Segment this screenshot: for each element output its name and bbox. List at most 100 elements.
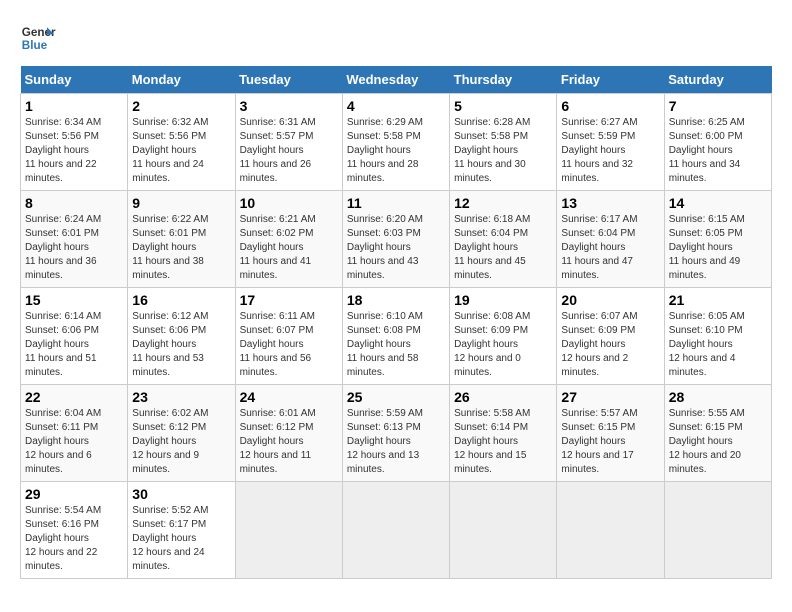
calendar-day-cell: 28 Sunrise: 5:55 AM Sunset: 6:15 PM Dayl… bbox=[664, 385, 771, 482]
calendar-day-cell: 14 Sunrise: 6:15 AM Sunset: 6:05 PM Dayl… bbox=[664, 191, 771, 288]
day-number: 12 bbox=[454, 195, 552, 211]
header-row: SundayMondayTuesdayWednesdayThursdayFrid… bbox=[21, 66, 772, 94]
svg-text:Blue: Blue bbox=[22, 39, 48, 52]
calendar-day-cell: 17 Sunrise: 6:11 AM Sunset: 6:07 PM Dayl… bbox=[235, 288, 342, 385]
day-info: Sunrise: 5:55 AM Sunset: 6:15 PM Dayligh… bbox=[669, 407, 767, 477]
calendar-day-cell: 20 Sunrise: 6:07 AM Sunset: 6:09 PM Dayl… bbox=[557, 288, 664, 385]
calendar-day-cell: 12 Sunrise: 6:18 AM Sunset: 6:04 PM Dayl… bbox=[450, 191, 557, 288]
day-number: 30 bbox=[132, 486, 230, 502]
calendar-day-cell: 24 Sunrise: 6:01 AM Sunset: 6:12 PM Dayl… bbox=[235, 385, 342, 482]
day-number: 19 bbox=[454, 292, 552, 308]
day-info: Sunrise: 6:08 AM Sunset: 6:09 PM Dayligh… bbox=[454, 310, 552, 380]
calendar-week-row: 8 Sunrise: 6:24 AM Sunset: 6:01 PM Dayli… bbox=[21, 191, 772, 288]
header-cell-friday: Friday bbox=[557, 66, 664, 94]
calendar-day-cell: 8 Sunrise: 6:24 AM Sunset: 6:01 PM Dayli… bbox=[21, 191, 128, 288]
day-info: Sunrise: 6:21 AM Sunset: 6:02 PM Dayligh… bbox=[240, 213, 338, 283]
day-number: 4 bbox=[347, 98, 445, 114]
header-cell-thursday: Thursday bbox=[450, 66, 557, 94]
day-info: Sunrise: 6:29 AM Sunset: 5:58 PM Dayligh… bbox=[347, 116, 445, 186]
day-number: 22 bbox=[25, 389, 123, 405]
day-info: Sunrise: 6:17 AM Sunset: 6:04 PM Dayligh… bbox=[561, 213, 659, 283]
calendar-day-cell bbox=[450, 482, 557, 579]
day-number: 20 bbox=[561, 292, 659, 308]
calendar-day-cell bbox=[557, 482, 664, 579]
day-number: 14 bbox=[669, 195, 767, 211]
calendar-day-cell: 18 Sunrise: 6:10 AM Sunset: 6:08 PM Dayl… bbox=[342, 288, 449, 385]
day-info: Sunrise: 5:59 AM Sunset: 6:13 PM Dayligh… bbox=[347, 407, 445, 477]
calendar-day-cell: 29 Sunrise: 5:54 AM Sunset: 6:16 PM Dayl… bbox=[21, 482, 128, 579]
day-info: Sunrise: 6:28 AM Sunset: 5:58 PM Dayligh… bbox=[454, 116, 552, 186]
day-number: 13 bbox=[561, 195, 659, 211]
day-number: 18 bbox=[347, 292, 445, 308]
calendar-day-cell bbox=[664, 482, 771, 579]
calendar-day-cell: 16 Sunrise: 6:12 AM Sunset: 6:06 PM Dayl… bbox=[128, 288, 235, 385]
header-cell-tuesday: Tuesday bbox=[235, 66, 342, 94]
calendar-day-cell: 9 Sunrise: 6:22 AM Sunset: 6:01 PM Dayli… bbox=[128, 191, 235, 288]
page-header: General Blue bbox=[20, 20, 772, 56]
day-info: Sunrise: 6:24 AM Sunset: 6:01 PM Dayligh… bbox=[25, 213, 123, 283]
day-info: Sunrise: 6:10 AM Sunset: 6:08 PM Dayligh… bbox=[347, 310, 445, 380]
calendar-day-cell: 19 Sunrise: 6:08 AM Sunset: 6:09 PM Dayl… bbox=[450, 288, 557, 385]
day-info: Sunrise: 5:58 AM Sunset: 6:14 PM Dayligh… bbox=[454, 407, 552, 477]
day-number: 26 bbox=[454, 389, 552, 405]
calendar-day-cell: 3 Sunrise: 6:31 AM Sunset: 5:57 PM Dayli… bbox=[235, 94, 342, 191]
calendar-table: SundayMondayTuesdayWednesdayThursdayFrid… bbox=[20, 66, 772, 579]
calendar-day-cell: 7 Sunrise: 6:25 AM Sunset: 6:00 PM Dayli… bbox=[664, 94, 771, 191]
calendar-day-cell: 22 Sunrise: 6:04 AM Sunset: 6:11 PM Dayl… bbox=[21, 385, 128, 482]
header-cell-saturday: Saturday bbox=[664, 66, 771, 94]
day-info: Sunrise: 6:07 AM Sunset: 6:09 PM Dayligh… bbox=[561, 310, 659, 380]
calendar-body: 1 Sunrise: 6:34 AM Sunset: 5:56 PM Dayli… bbox=[21, 94, 772, 579]
day-number: 2 bbox=[132, 98, 230, 114]
day-info: Sunrise: 6:20 AM Sunset: 6:03 PM Dayligh… bbox=[347, 213, 445, 283]
day-number: 21 bbox=[669, 292, 767, 308]
day-number: 10 bbox=[240, 195, 338, 211]
day-info: Sunrise: 6:32 AM Sunset: 5:56 PM Dayligh… bbox=[132, 116, 230, 186]
calendar-day-cell: 26 Sunrise: 5:58 AM Sunset: 6:14 PM Dayl… bbox=[450, 385, 557, 482]
logo-icon: General Blue bbox=[20, 20, 56, 56]
day-number: 7 bbox=[669, 98, 767, 114]
day-number: 5 bbox=[454, 98, 552, 114]
calendar-day-cell: 30 Sunrise: 5:52 AM Sunset: 6:17 PM Dayl… bbox=[128, 482, 235, 579]
calendar-day-cell: 23 Sunrise: 6:02 AM Sunset: 6:12 PM Dayl… bbox=[128, 385, 235, 482]
header-cell-sunday: Sunday bbox=[21, 66, 128, 94]
day-info: Sunrise: 6:02 AM Sunset: 6:12 PM Dayligh… bbox=[132, 407, 230, 477]
calendar-day-cell: 13 Sunrise: 6:17 AM Sunset: 6:04 PM Dayl… bbox=[557, 191, 664, 288]
day-info: Sunrise: 6:05 AM Sunset: 6:10 PM Dayligh… bbox=[669, 310, 767, 380]
day-number: 25 bbox=[347, 389, 445, 405]
calendar-week-row: 22 Sunrise: 6:04 AM Sunset: 6:11 PM Dayl… bbox=[21, 385, 772, 482]
day-number: 23 bbox=[132, 389, 230, 405]
calendar-week-row: 15 Sunrise: 6:14 AM Sunset: 6:06 PM Dayl… bbox=[21, 288, 772, 385]
day-number: 27 bbox=[561, 389, 659, 405]
calendar-day-cell: 1 Sunrise: 6:34 AM Sunset: 5:56 PM Dayli… bbox=[21, 94, 128, 191]
day-number: 16 bbox=[132, 292, 230, 308]
calendar-day-cell: 21 Sunrise: 6:05 AM Sunset: 6:10 PM Dayl… bbox=[664, 288, 771, 385]
calendar-day-cell bbox=[342, 482, 449, 579]
day-info: Sunrise: 6:18 AM Sunset: 6:04 PM Dayligh… bbox=[454, 213, 552, 283]
day-info: Sunrise: 5:57 AM Sunset: 6:15 PM Dayligh… bbox=[561, 407, 659, 477]
day-info: Sunrise: 6:27 AM Sunset: 5:59 PM Dayligh… bbox=[561, 116, 659, 186]
day-info: Sunrise: 6:25 AM Sunset: 6:00 PM Dayligh… bbox=[669, 116, 767, 186]
calendar-week-row: 29 Sunrise: 5:54 AM Sunset: 6:16 PM Dayl… bbox=[21, 482, 772, 579]
calendar-day-cell: 15 Sunrise: 6:14 AM Sunset: 6:06 PM Dayl… bbox=[21, 288, 128, 385]
day-number: 3 bbox=[240, 98, 338, 114]
calendar-day-cell: 4 Sunrise: 6:29 AM Sunset: 5:58 PM Dayli… bbox=[342, 94, 449, 191]
day-number: 29 bbox=[25, 486, 123, 502]
day-info: Sunrise: 6:14 AM Sunset: 6:06 PM Dayligh… bbox=[25, 310, 123, 380]
day-number: 9 bbox=[132, 195, 230, 211]
day-info: Sunrise: 5:54 AM Sunset: 6:16 PM Dayligh… bbox=[25, 504, 123, 574]
day-number: 24 bbox=[240, 389, 338, 405]
day-number: 28 bbox=[669, 389, 767, 405]
day-info: Sunrise: 6:04 AM Sunset: 6:11 PM Dayligh… bbox=[25, 407, 123, 477]
calendar-day-cell: 10 Sunrise: 6:21 AM Sunset: 6:02 PM Dayl… bbox=[235, 191, 342, 288]
calendar-day-cell: 25 Sunrise: 5:59 AM Sunset: 6:13 PM Dayl… bbox=[342, 385, 449, 482]
calendar-day-cell: 6 Sunrise: 6:27 AM Sunset: 5:59 PM Dayli… bbox=[557, 94, 664, 191]
day-number: 17 bbox=[240, 292, 338, 308]
calendar-day-cell: 27 Sunrise: 5:57 AM Sunset: 6:15 PM Dayl… bbox=[557, 385, 664, 482]
day-info: Sunrise: 6:34 AM Sunset: 5:56 PM Dayligh… bbox=[25, 116, 123, 186]
day-info: Sunrise: 5:52 AM Sunset: 6:17 PM Dayligh… bbox=[132, 504, 230, 574]
day-info: Sunrise: 6:15 AM Sunset: 6:05 PM Dayligh… bbox=[669, 213, 767, 283]
calendar-day-cell bbox=[235, 482, 342, 579]
day-number: 8 bbox=[25, 195, 123, 211]
day-info: Sunrise: 6:01 AM Sunset: 6:12 PM Dayligh… bbox=[240, 407, 338, 477]
logo: General Blue bbox=[20, 20, 56, 56]
